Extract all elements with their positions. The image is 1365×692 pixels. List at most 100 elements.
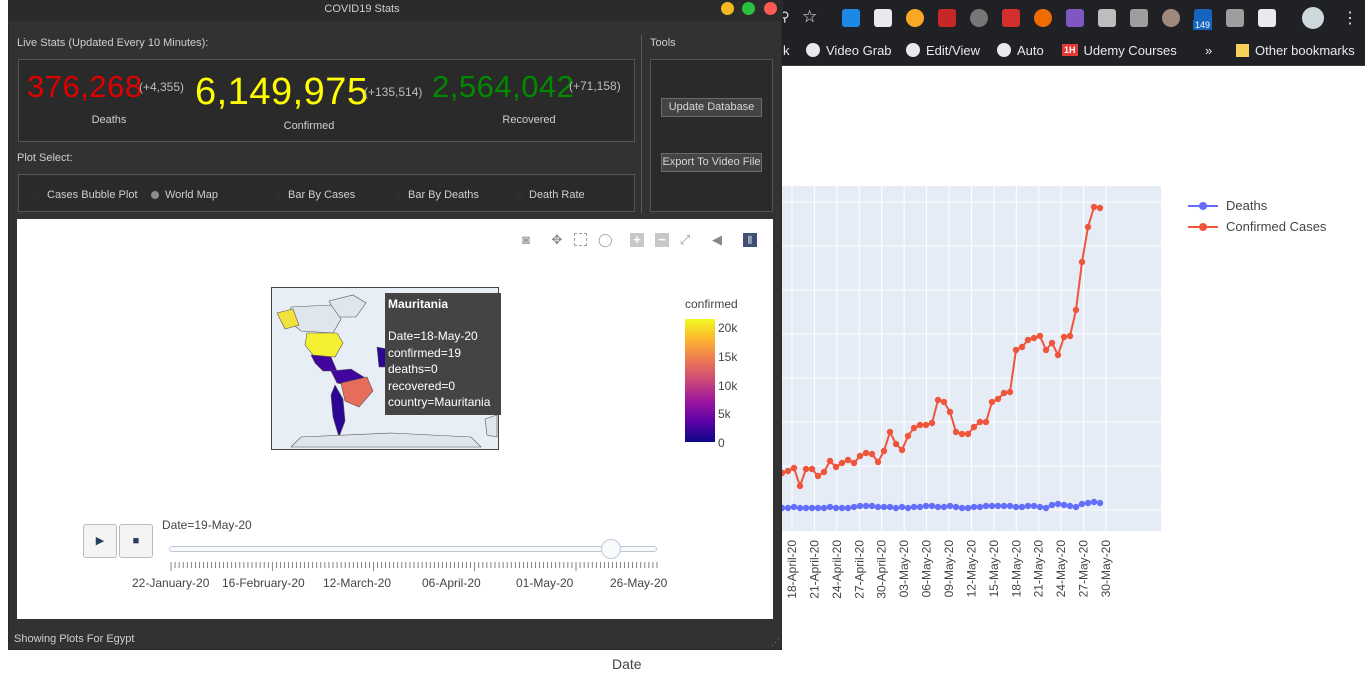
deaths-point — [1066, 502, 1074, 510]
reset-view-icon[interactable]: ⤢ — [678, 233, 692, 247]
title-bar: COVID19 Stats — [9, 1, 783, 21]
deaths-point — [946, 502, 954, 510]
confirmed-point — [1060, 333, 1068, 341]
hover-tooltip: Mauritania Date=18-May-20 confirmed=19 d… — [385, 293, 501, 415]
cookie-icon[interactable] — [1162, 9, 1180, 27]
tools-label: Tools — [650, 37, 676, 49]
radio-bar-by-deaths[interactable]: Bar By Deaths — [394, 189, 479, 201]
confirmed-point — [940, 398, 948, 406]
maximize-button[interactable] — [742, 2, 755, 15]
extension-icon-6[interactable] — [1002, 9, 1020, 27]
extension-icon-14[interactable] — [1258, 9, 1276, 27]
deaths-point — [802, 504, 810, 512]
confirmed-point — [1084, 223, 1092, 231]
deaths-point — [982, 502, 990, 510]
confirmed-point — [922, 421, 930, 429]
slider-track[interactable] — [169, 546, 657, 552]
confirmed-point — [1006, 388, 1014, 396]
confirmed-caption: Confirmed — [283, 120, 335, 132]
slider-tick-label: 16-February-20 — [222, 576, 305, 590]
confirmed-point — [874, 458, 882, 466]
extension-icon-2[interactable] — [874, 9, 892, 27]
legend-swatch-confirmed — [1188, 222, 1218, 232]
camera-icon[interactable] — [1226, 9, 1244, 27]
deaths-count: 376,268 — [27, 69, 143, 104]
extension-icon-10[interactable] — [1130, 9, 1148, 27]
confirmed-point — [994, 395, 1002, 403]
confirmed-point — [898, 446, 906, 454]
deaths-point — [934, 503, 942, 511]
stop-button[interactable]: ■ — [119, 524, 153, 558]
update-database-button[interactable]: Update Database — [661, 98, 762, 117]
deaths-point — [868, 502, 876, 510]
deaths-point — [1096, 499, 1104, 507]
radio-death-rate[interactable]: Death Rate — [515, 189, 585, 201]
legend-item-confirmed[interactable]: Confirmed Cases — [1188, 216, 1358, 237]
confirmed-point — [964, 430, 972, 438]
deaths-point — [1036, 503, 1044, 511]
menu-icon[interactable]: ⋮ — [1342, 8, 1358, 28]
confirmed-point — [1000, 389, 1008, 397]
box-select-icon[interactable] — [574, 233, 587, 246]
deaths-point — [1078, 500, 1086, 508]
confirmed-point — [970, 423, 978, 431]
plotly-logo-icon[interactable]: ⫼ — [743, 233, 757, 247]
resize-grip-icon[interactable]: ⋰ — [771, 637, 780, 648]
bookmark-partial[interactable]: k — [783, 41, 790, 59]
confirmed-point — [1048, 339, 1056, 347]
extension-icon-4[interactable] — [938, 9, 956, 27]
confirmed-point — [958, 430, 966, 438]
radio-bar-by-cases[interactable]: Bar By Cases — [274, 189, 355, 201]
lasso-select-icon[interactable]: ◯ — [598, 233, 613, 247]
close-button[interactable] — [764, 2, 777, 15]
toggle-hover-icon[interactable]: ◀ — [710, 233, 724, 247]
extension-icon-7[interactable] — [1034, 9, 1052, 27]
deaths-point — [1006, 502, 1014, 510]
deaths-point — [1048, 501, 1056, 509]
zoom-out-icon[interactable]: − — [655, 233, 669, 247]
extension-icon-8[interactable] — [1066, 9, 1084, 27]
play-button[interactable]: ▶ — [83, 524, 117, 558]
confirmed-point — [988, 398, 996, 406]
confirmed-point — [892, 440, 900, 448]
folder-icon — [1236, 43, 1249, 57]
minimize-button[interactable] — [721, 2, 734, 15]
bookmark-video-grab[interactable]: Video Grab — [806, 41, 892, 59]
radio-cases-bubble-plot[interactable]: Cases Bubble Plot — [33, 189, 138, 201]
extension-icon-9[interactable] — [1098, 9, 1116, 27]
confirmed-point — [838, 459, 846, 467]
confirmed-point — [982, 418, 990, 426]
deaths-point — [856, 502, 864, 510]
deaths-point — [904, 504, 912, 512]
camera-icon[interactable]: ◙ — [519, 233, 533, 247]
deaths-point — [790, 503, 798, 511]
deaths-point — [1054, 500, 1062, 508]
pan-icon[interactable]: ✥ — [550, 233, 564, 247]
colorbar-title: confirmed — [685, 297, 738, 311]
bookmark-edit-view[interactable]: Edit/View — [906, 41, 980, 59]
legend-item-deaths[interactable]: Deaths — [1188, 195, 1358, 216]
star-icon[interactable]: ☆ — [802, 7, 817, 27]
bookmark-other[interactable]: Other bookmarks — [1236, 41, 1355, 59]
export-video-button[interactable]: Export To Video File — [661, 153, 762, 172]
x-tick-label: 30-April-20 — [875, 540, 889, 599]
deaths-delta: (+4,355) — [139, 80, 185, 94]
radio-world-map[interactable]: World Map — [151, 189, 218, 201]
bookmark-auto[interactable]: Auto — [997, 41, 1044, 59]
x-tick-label: 18-May-20 — [1009, 540, 1023, 598]
bookmark-udemy[interactable]: 1H Udemy Courses — [1062, 41, 1177, 59]
extension-icon-3[interactable] — [906, 9, 924, 27]
x-tick-label: 03-May-20 — [897, 540, 911, 598]
confirmed-point — [1036, 332, 1044, 340]
radio-indicator — [394, 191, 402, 199]
avatar[interactable] — [1302, 7, 1324, 29]
x-tick-label: 27-May-20 — [1077, 540, 1091, 598]
x-tick-label: 21-April-20 — [807, 540, 821, 599]
gear-icon[interactable] — [970, 9, 988, 27]
colorbar-tick: 5k — [718, 407, 731, 421]
confirmed-point — [928, 419, 936, 427]
extension-icon-1[interactable] — [842, 9, 860, 27]
bookmarks-overflow[interactable]: » — [1205, 41, 1212, 59]
zoom-in-icon[interactable]: + — [630, 233, 644, 247]
slider-handle[interactable] — [601, 539, 622, 559]
